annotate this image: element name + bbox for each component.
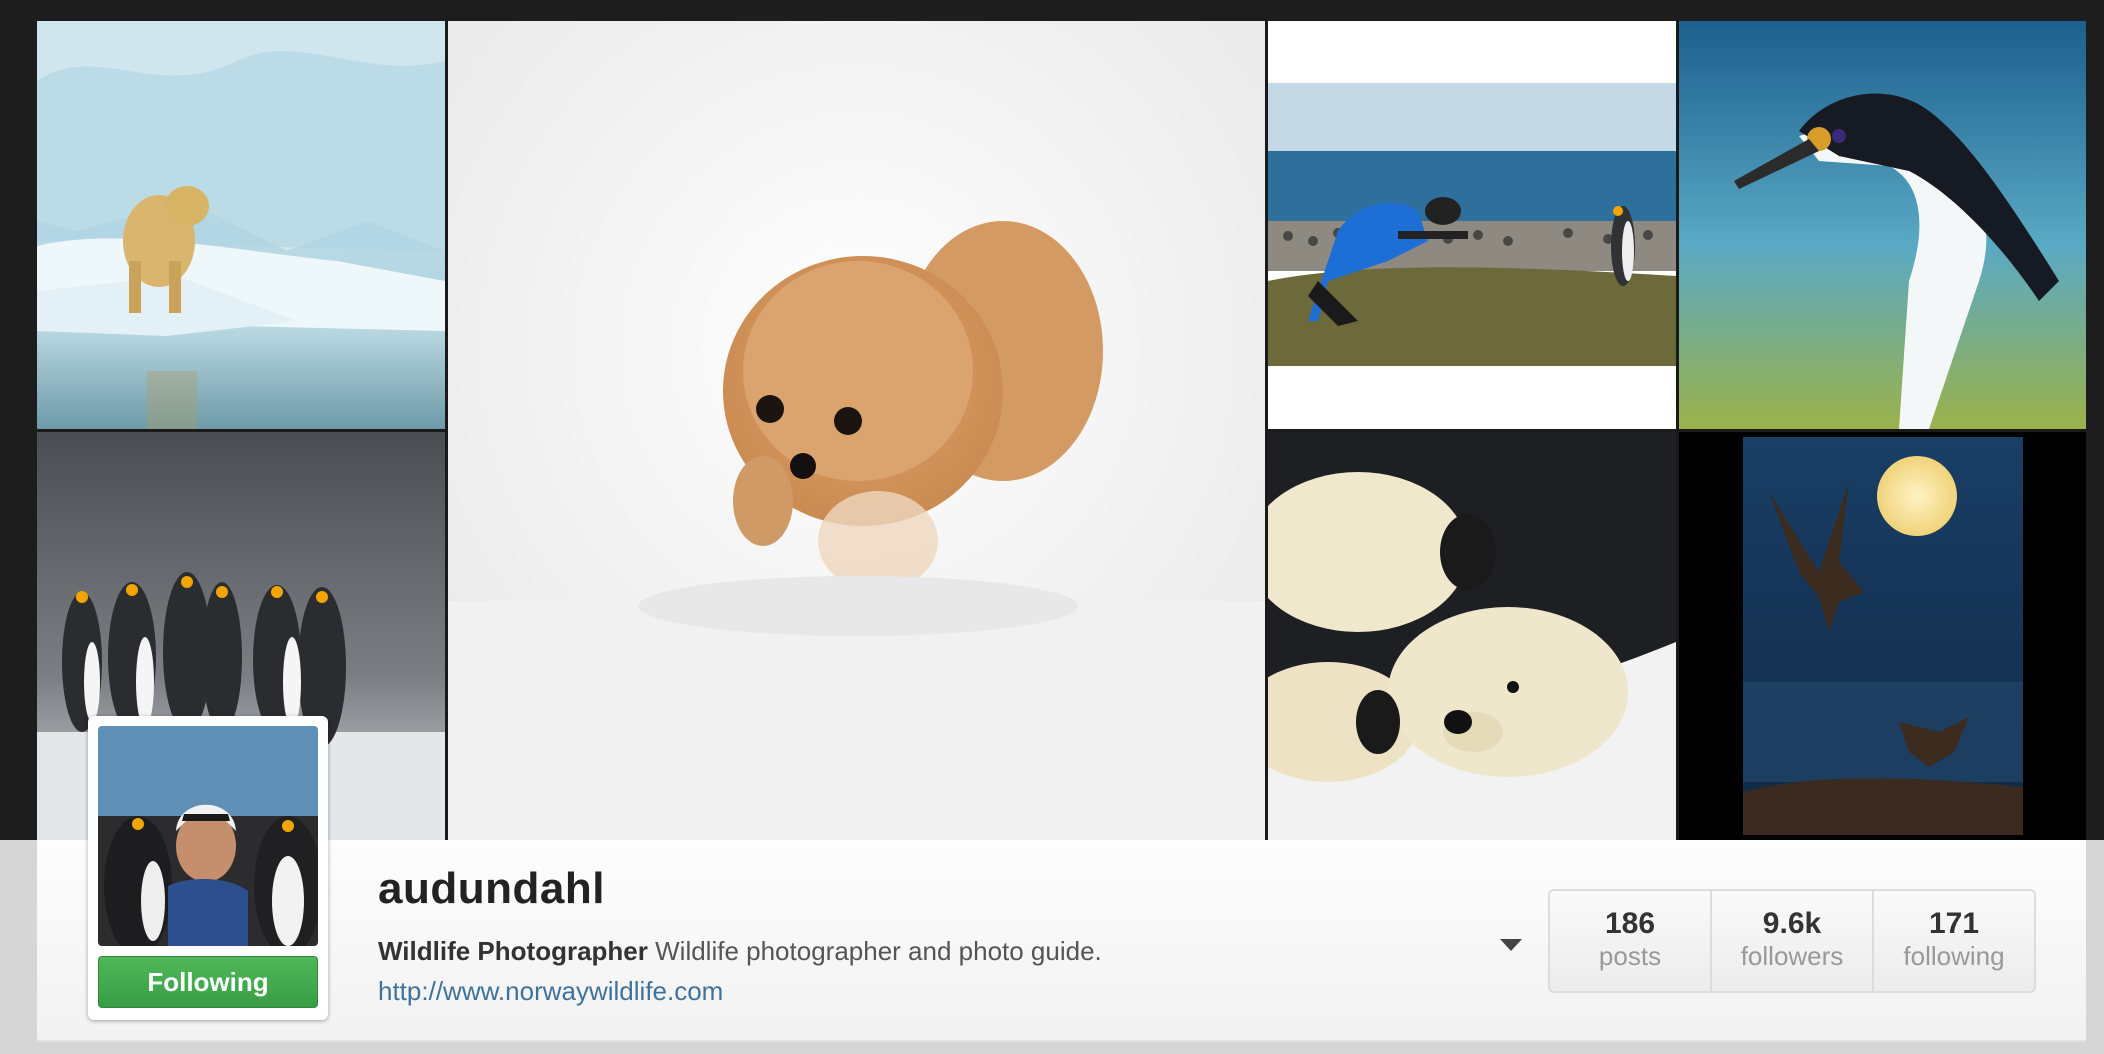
photo-mosaic	[37, 21, 2086, 840]
profile-website-link[interactable]: http://www.norwaywildlife.com	[378, 976, 723, 1007]
profile-bio: Wildlife Photographer Wildlife photograp…	[378, 936, 1102, 967]
stat-label: followers	[1740, 941, 1844, 971]
profile-avatar-card: Following	[88, 716, 328, 1020]
profile-role: Wildlife Photographer	[378, 936, 648, 966]
stat-label: following	[1903, 941, 2005, 971]
caret-down-icon[interactable]	[1498, 936, 1524, 954]
stat-value: 186	[1604, 907, 1656, 940]
avatar[interactable]	[98, 726, 318, 946]
photo-photographer-penguin-beach[interactable]	[1268, 21, 1676, 429]
stat-label: posts	[1598, 941, 1662, 971]
profile-username: audundahl	[378, 864, 605, 913]
stat-value: 9.6k	[1762, 907, 1822, 940]
photo-shag-bird-portrait[interactable]	[1679, 21, 2086, 429]
photo-polar-bear-iceberg[interactable]	[37, 21, 445, 429]
profile-stats: 186 posts 9.6k followers 171 following	[1548, 889, 2036, 993]
photo-pomeranian-snow[interactable]	[448, 21, 1265, 840]
profile-bio-text: Wildlife photographer and photo guide.	[655, 936, 1102, 966]
photo-eagles-full-moon[interactable]	[1679, 432, 2086, 840]
stat-following[interactable]: 171 following	[1872, 891, 2034, 991]
stat-value: 171	[1928, 907, 1980, 940]
stat-followers[interactable]: 9.6k followers	[1710, 891, 1872, 991]
photo-polar-bear-lying[interactable]	[1268, 432, 1676, 840]
following-button[interactable]: Following	[98, 956, 318, 1008]
stat-posts[interactable]: 186 posts	[1550, 891, 1710, 991]
